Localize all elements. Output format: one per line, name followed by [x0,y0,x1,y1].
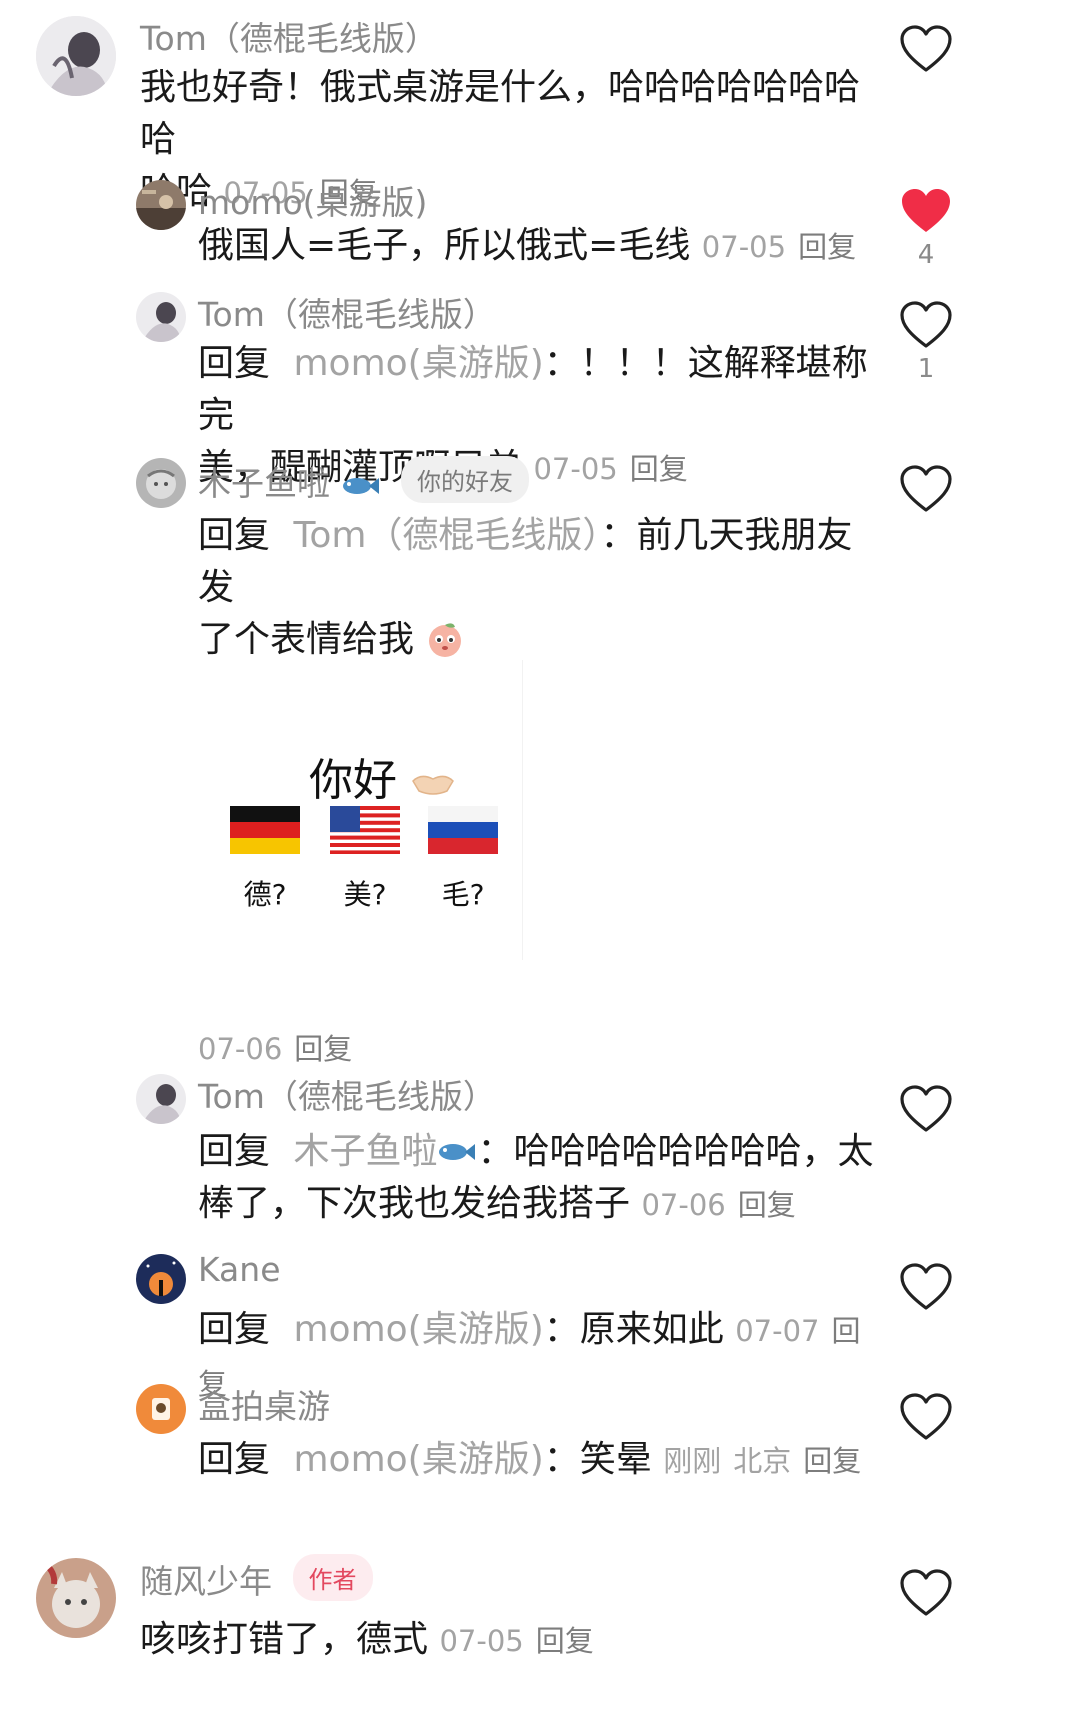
sticker-image[interactable]: 你好 德? 美? 毛? [212,660,523,960]
comment-text: 咳咳打错了，德式 07-05 回复 [140,1619,594,1660]
sticker-label: 德? [243,878,287,911]
like-count: 1 [917,354,935,384]
flag-russia-icon [428,806,498,854]
avatar[interactable] [136,1384,186,1434]
comment-text: 俄国人=毛子，所以俄式=毛线 07-05 回复 [198,225,857,266]
avatar[interactable] [36,1558,116,1638]
heart-outline-icon [900,1393,952,1440]
username[interactable]: Tom（德棍毛线版） [198,1070,496,1118]
username[interactable]: momo(桌游版) [198,176,427,224]
avatar[interactable] [136,458,186,508]
like-button[interactable] [898,186,954,236]
heart-outline-icon [900,301,952,348]
reply-to-user[interactable]: 木子鱼啦 [293,1131,437,1172]
comment-date: 07-05 [701,230,787,264]
avatar[interactable] [36,16,116,96]
comment-meta: 07-06 回复 [198,1022,352,1075]
avatar[interactable] [136,292,186,342]
reply-button[interactable]: 回复 [536,1624,594,1658]
username: 随风少年 作者 [140,1554,373,1603]
reply-button[interactable]: 回复 [294,1032,352,1066]
username: 木子鱼啦 你的好友 [198,456,529,505]
comment-text: 回复 木子鱼啦 ：哈哈哈哈哈哈哈哈，太 棒了，下次我也发给我搭子 07-06 回复 [198,1126,878,1231]
like-button[interactable] [898,464,954,514]
username[interactable]: Kane [198,1250,281,1289]
comment-date: 07-06 [641,1188,726,1222]
reply-to-user[interactable]: momo(桌游版) [293,343,543,384]
heart-outline-icon [900,465,952,512]
like-button[interactable] [898,24,954,74]
reply-button[interactable]: 回复 [803,1444,861,1478]
heart-outline-icon [900,1263,952,1310]
heart-outline-icon [900,1085,952,1132]
author-badge: 作者 [292,1554,373,1601]
flag-germany-icon [230,806,300,854]
like-button[interactable] [898,1568,954,1618]
peach-emoji-icon [425,619,465,659]
username[interactable]: 盒拍桌游 [198,1380,330,1428]
like-button[interactable] [898,1262,954,1312]
avatar[interactable] [136,1254,186,1304]
comment-location: 北京 [733,1444,792,1478]
username[interactable]: Tom（德棍毛线版） [140,12,438,60]
reply-to-user[interactable]: momo(桌游版) [293,1439,543,1480]
sticker-title: 你好 [309,744,455,808]
comment-text: 回复 momo(桌游版)：笑晕 刚刚 北京 回复 [198,1439,862,1480]
reply-to-user[interactable]: momo(桌游版) [293,1309,543,1350]
heart-filled-icon [902,189,950,232]
friend-badge: 你的好友 [401,456,529,503]
sticker-label: 美? [343,878,387,911]
sticker-label: 毛? [441,878,485,911]
fish-emoji-icon [437,1128,477,1160]
username[interactable]: Tom（德棍毛线版） [198,288,496,336]
handshake-icon [411,757,455,795]
comment-date: 07-05 [533,452,618,486]
heart-outline-icon [900,25,952,72]
reply-button[interactable]: 回复 [630,452,688,486]
comment-date: 07-05 [439,1624,524,1658]
comment-date: 07-07 [735,1314,820,1348]
reply-button[interactable]: 回复 [798,230,856,264]
fish-emoji-icon [341,468,381,494]
comment-text: 回复 Tom（德棍毛线版）：前几天我朋友发 了个表情给我 [198,515,853,660]
flag-usa-icon [330,806,400,854]
avatar[interactable] [136,180,186,230]
reply-to-user[interactable]: Tom（德棍毛线版） [293,515,600,556]
heart-outline-icon [900,1569,952,1616]
like-button[interactable] [898,1084,954,1134]
like-button[interactable] [898,1392,954,1442]
like-count: 4 [917,240,935,270]
like-button[interactable] [898,300,954,350]
comment-date: 07-06 [198,1032,283,1066]
reply-button[interactable]: 回复 [738,1188,796,1222]
comment-date: 刚刚 [663,1444,722,1478]
avatar[interactable] [136,1074,186,1124]
